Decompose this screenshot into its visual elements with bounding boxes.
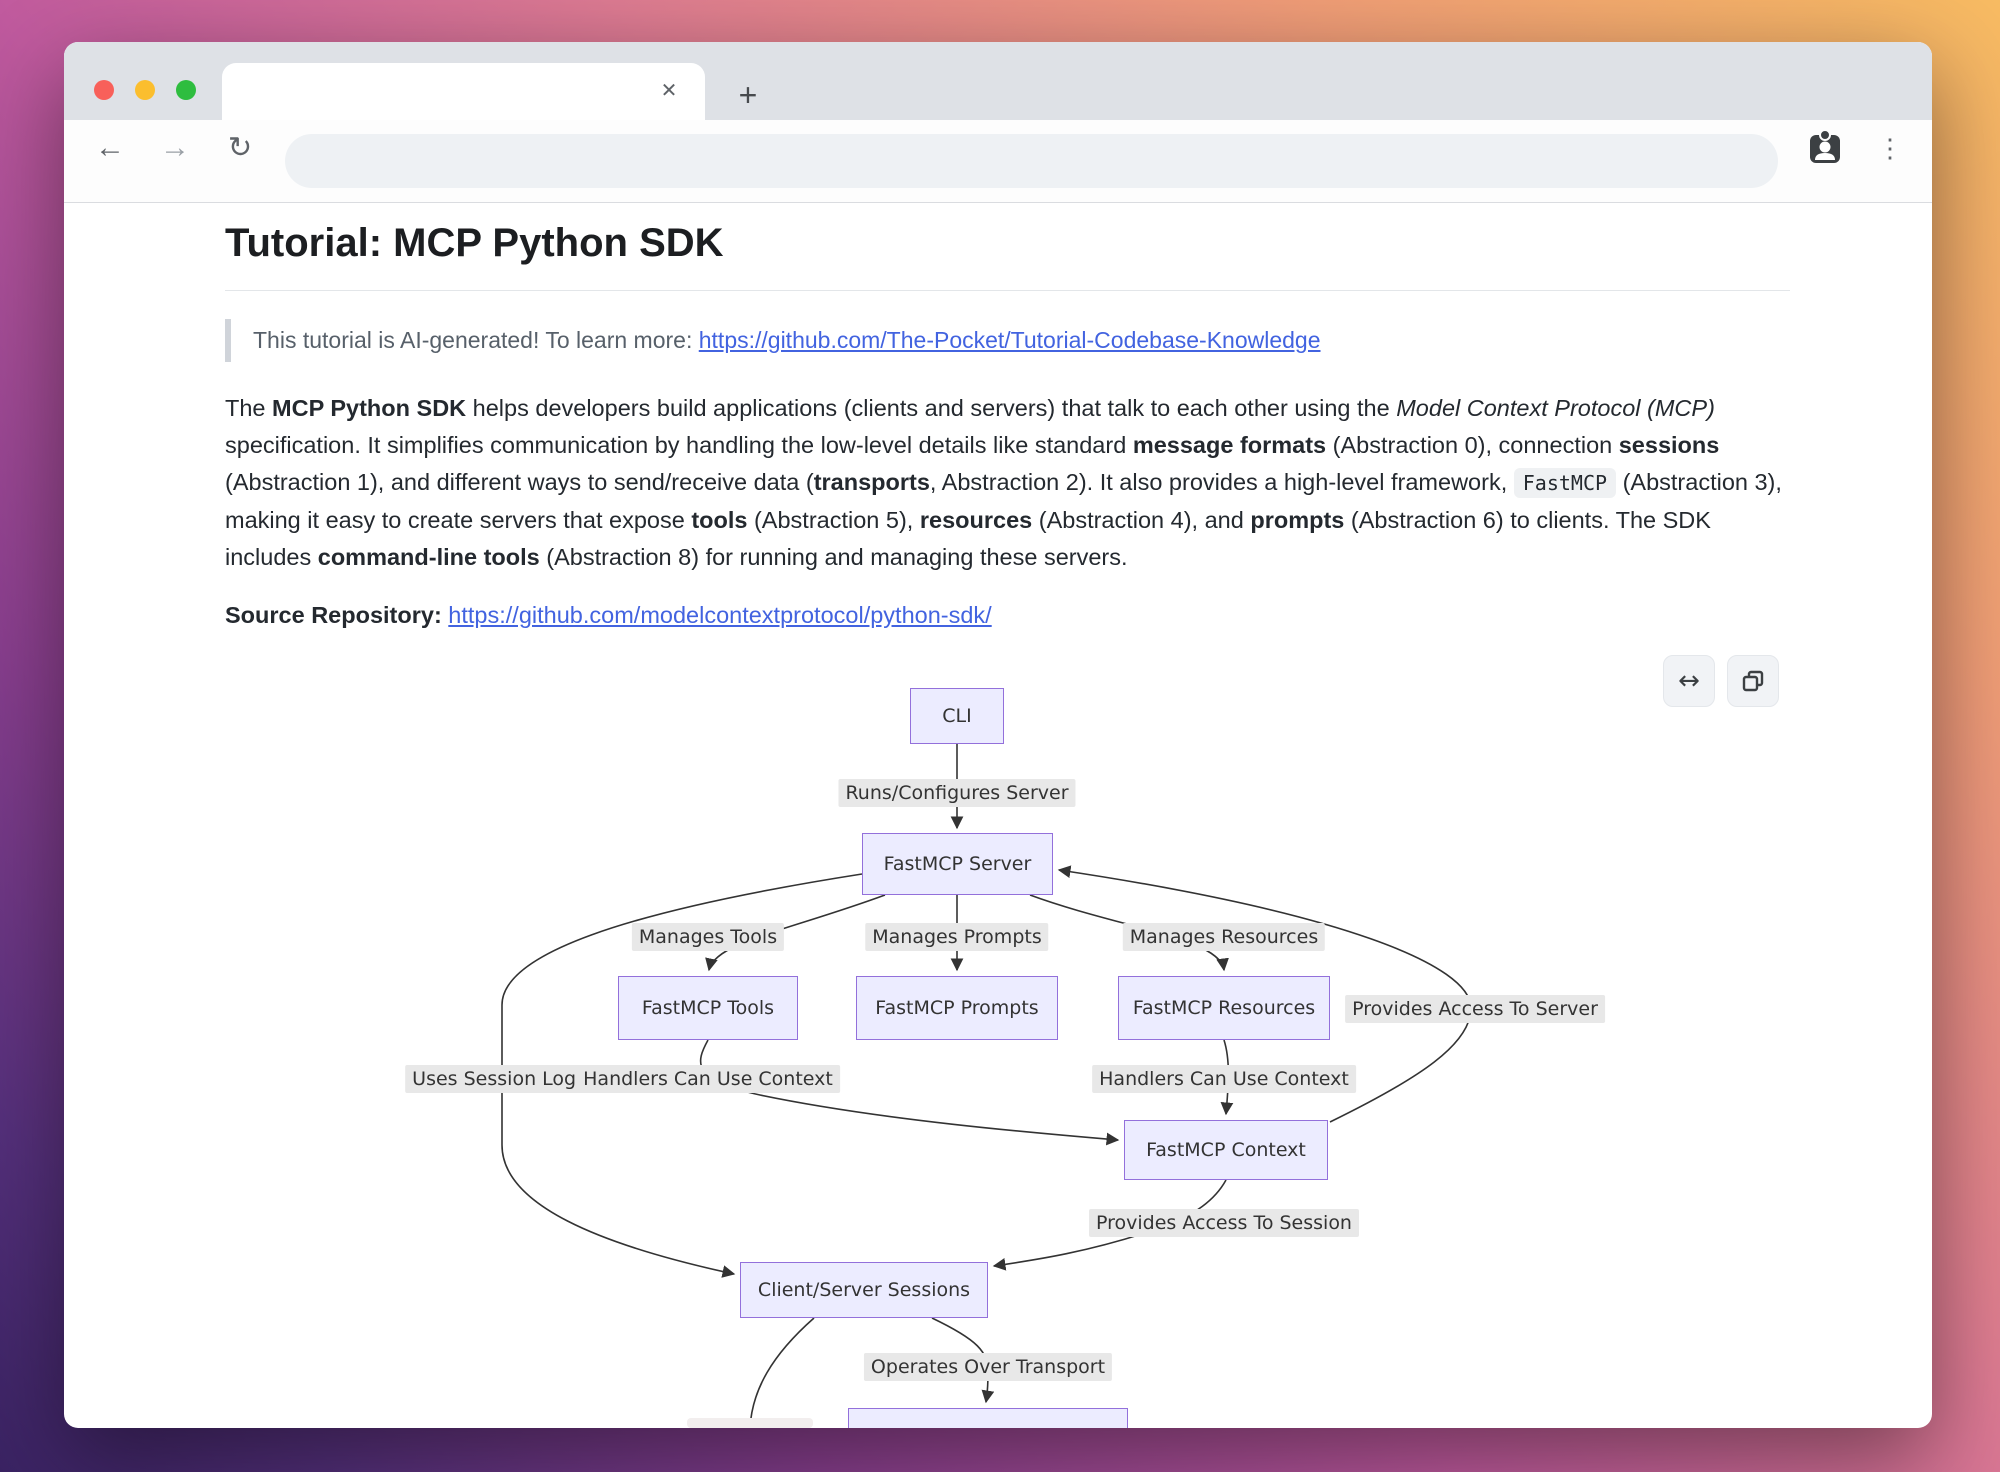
new-tab-button[interactable]: + xyxy=(730,78,766,114)
maximize-window-button[interactable] xyxy=(176,80,196,100)
profile-badge-icon[interactable] xyxy=(1805,127,1845,167)
close-window-button[interactable] xyxy=(94,80,114,100)
edge-label-provides-access-to-session: Provides Access To Session xyxy=(1089,1209,1359,1237)
tab-close-icon[interactable]: ✕ xyxy=(655,77,683,105)
edge-label-manages-prompts: Manages Prompts xyxy=(865,923,1048,951)
edge-label-manages-tools: Manages Tools xyxy=(632,923,784,951)
edge-label-handlers-can-use-context-left: Handlers Can Use Context xyxy=(576,1065,840,1093)
note-text: This tutorial is AI-generated! To learn … xyxy=(253,327,699,353)
diagram-node-cli: CLI xyxy=(910,688,1004,744)
edge-label-runs-configures-server: Runs/Configures Server xyxy=(838,779,1075,807)
mermaid-diagram: ↔ xyxy=(64,602,1932,1428)
minimize-window-button[interactable] xyxy=(135,80,155,100)
diagram-node-fastmcp-server: FastMCP Server xyxy=(862,833,1053,895)
page-content: Tutorial: MCP Python SDK This tutorial i… xyxy=(64,203,1932,629)
forward-icon[interactable]: → xyxy=(153,126,197,170)
diagram-node-fastmcp-context: FastMCP Context xyxy=(1124,1120,1328,1180)
diagram-node-client-server-sessions: Client/Server Sessions xyxy=(740,1262,988,1318)
browser-window: ✕ + ← → ↻ ⋮ Tutorial: MCP Python SDK Thi… xyxy=(64,42,1932,1428)
browser-tab[interactable]: ✕ xyxy=(222,63,705,120)
back-icon[interactable]: ← xyxy=(88,126,132,170)
diagram-node-fastmcp-tools: FastMCP Tools xyxy=(618,976,798,1040)
intro-paragraph: The MCP Python SDK helps developers buil… xyxy=(225,390,1784,576)
edge-label-provides-access-to-server: Provides Access To Server xyxy=(1345,995,1605,1023)
diagram-node-transports-cutoff xyxy=(848,1408,1128,1428)
edge-label-operates-over-transport: Operates Over Transport xyxy=(864,1353,1112,1381)
tab-strip: ✕ + xyxy=(64,42,1932,120)
diagram-node-fastmcp-resources: FastMCP Resources xyxy=(1118,976,1330,1040)
edge-label-manages-resources: Manages Resources xyxy=(1123,923,1325,951)
diagram-node-fastmcp-prompts: FastMCP Prompts xyxy=(856,976,1058,1040)
kebab-menu-icon[interactable]: ⋮ xyxy=(1870,126,1910,170)
reload-icon[interactable]: ↻ xyxy=(218,126,262,170)
ai-generated-note: This tutorial is AI-generated! To learn … xyxy=(225,319,1790,362)
address-bar-input[interactable] xyxy=(285,134,1778,188)
edge-label-cutoff-fragment xyxy=(687,1418,813,1428)
page-title: Tutorial: MCP Python SDK xyxy=(225,221,1790,291)
edge-label-uses-session-logic: Uses Session Logic xyxy=(405,1065,599,1093)
edge-label-handlers-can-use-context-right: Handlers Can Use Context xyxy=(1092,1065,1356,1093)
browser-toolbar: ← → ↻ ⋮ xyxy=(64,120,1932,203)
tutorial-codebase-link[interactable]: https://github.com/The-Pocket/Tutorial-C… xyxy=(699,327,1321,353)
